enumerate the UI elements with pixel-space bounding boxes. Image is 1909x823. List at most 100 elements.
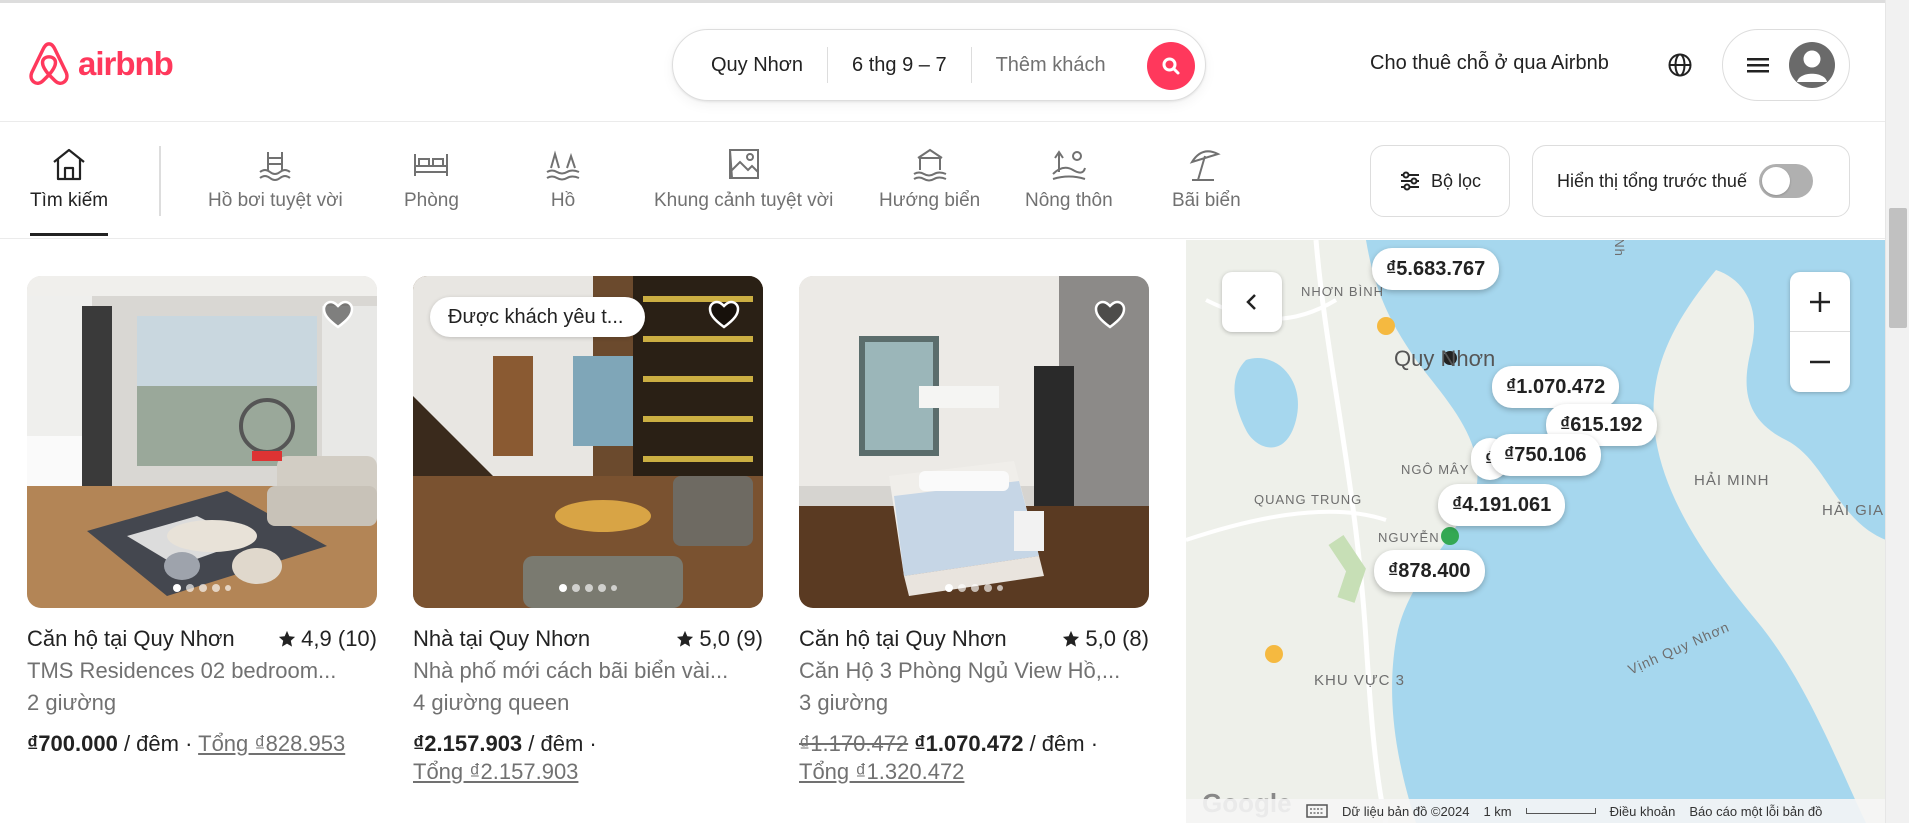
menu-icon: [1747, 58, 1769, 73]
category-bar: Tìm kiếm Hồ bơi tuyệt vời Phòng Hồ Khung…: [0, 122, 1885, 239]
search-button[interactable]: [1147, 42, 1195, 90]
active-category-indicator: [30, 233, 108, 236]
category-beachfront[interactable]: Hướng biển: [879, 144, 980, 212]
nightly-price: ₫700.000: [27, 731, 118, 756]
category-pools[interactable]: Hồ bơi tuyệt vời: [208, 144, 343, 212]
globe-icon[interactable]: [1666, 51, 1694, 79]
airbnb-logo[interactable]: airbnb: [26, 39, 174, 89]
airbnb-logo-icon: [29, 42, 69, 85]
host-link[interactable]: Cho thuê chỗ ở qua Airbnb: [1370, 52, 1609, 75]
listing-title: Nhà tại Quy Nhơn: [413, 626, 591, 651]
map-area-label: QUANG TRUNG: [1254, 492, 1363, 507]
listing-price: ₫2.157.903 / đêm · Tổng ₫2.157.903: [413, 730, 763, 786]
zoom-out-button[interactable]: [1790, 332, 1850, 392]
per-night-label: / đêm ·: [522, 731, 597, 756]
scrollbar-thumb[interactable]: [1889, 208, 1907, 328]
map-terms-link[interactable]: Điều khoản: [1610, 804, 1676, 819]
map-area-label: NGUYỄN: [1378, 530, 1440, 545]
pool-icon: [259, 152, 291, 181]
favorite-heart-icon[interactable]: [321, 298, 355, 332]
avatar: [1789, 42, 1835, 88]
photo-carousel-dots: [945, 584, 1003, 592]
map-terrain: [1186, 240, 1886, 823]
rating-value: 5,0 (8): [1085, 626, 1149, 651]
nightly-price: ₫2.157.903: [413, 731, 523, 756]
keyboard-icon[interactable]: [1306, 804, 1328, 818]
listing-card[interactable]: Được khách yêu t... Nhà tại Quy Nhơn 5,0…: [413, 276, 763, 786]
filter-sliders-icon: [1400, 171, 1419, 191]
rating-value: 5,0 (9): [699, 626, 763, 651]
search-bar[interactable]: Quy Nhơn 6 thg 9 – 7 Thêm khách: [672, 29, 1206, 101]
category-beach[interactable]: Bãi biển: [1172, 144, 1241, 212]
map[interactable]: NHƠN BÌNH NGÔ MÂY QUANG TRUNG NGUYỄN HẢI…: [1186, 240, 1886, 823]
listing-rating: 5,0 (9): [676, 626, 763, 652]
tax-display-toggle-box[interactable]: Hiển thị tổng trước thuế: [1532, 145, 1850, 217]
brand-name: airbnb: [78, 45, 174, 82]
star-icon: [1063, 630, 1080, 647]
user-menu-button[interactable]: [1722, 29, 1850, 101]
filters-button[interactable]: Bộ lọc: [1370, 145, 1510, 217]
category-label: Hướng biển: [879, 190, 981, 211]
category-label: Tìm kiếm: [30, 190, 109, 211]
category-amazing-views[interactable]: Khung cảnh tuyệt vời: [654, 144, 833, 212]
category-label: Nông thôn: [1025, 190, 1113, 211]
lake-icon: [546, 150, 580, 181]
tax-toggle-switch[interactable]: [1758, 164, 1813, 198]
category-label: Hồ bơi tuyệt vời: [208, 190, 343, 211]
map-scale-bar: [1525, 808, 1596, 814]
page-scrollbar[interactable]: [1885, 0, 1909, 823]
map-footer: Dữ liệu bản đồ ©2024 1 km Điều khoản Báo…: [1186, 799, 1886, 823]
listing-card[interactable]: Căn hộ tại Quy Nhơn 5,0 (8) Căn Hộ 3 Phò…: [799, 276, 1149, 786]
rating-value: 4,9 (10): [301, 626, 377, 651]
map-price-pin[interactable]: ₫4.191.061: [1438, 484, 1566, 526]
star-icon: [279, 630, 296, 647]
listing-rating: 5,0 (8): [1062, 626, 1149, 652]
listing-photo[interactable]: Được khách yêu t...: [413, 276, 763, 608]
map-area-label: KHU VỰC 3: [1314, 672, 1405, 689]
category-lakes[interactable]: Hồ: [543, 144, 583, 212]
listing-beds: 2 giường: [27, 690, 117, 715]
listing-photo[interactable]: [799, 276, 1149, 608]
header: airbnb Quy Nhơn 6 thg 9 – 7 Thêm khách C…: [0, 0, 1885, 122]
map-price-pin[interactable]: ₫5.683.767: [1372, 248, 1500, 290]
total-price-link[interactable]: Tổng ₫828.953: [198, 731, 345, 756]
map-scale[interactable]: 1 km: [1483, 804, 1511, 819]
listing-photo[interactable]: [27, 276, 377, 608]
search-location[interactable]: Quy Nhơn: [673, 48, 827, 82]
map-price-pin[interactable]: ₫1.070.472: [1492, 366, 1620, 408]
favorite-heart-icon[interactable]: [1093, 298, 1127, 332]
photo-carousel-dots: [173, 584, 231, 592]
map-city-label: Quy Nhơn: [1394, 346, 1496, 371]
category-label: Phòng: [404, 190, 459, 211]
map-price-pin[interactable]: ₫878.400: [1374, 550, 1485, 592]
map-area-label: Nh: [1611, 240, 1627, 257]
category-divider: [159, 146, 161, 216]
map-price-pin[interactable]: ₫750.106: [1490, 434, 1601, 476]
map-zoom-controls: [1790, 272, 1850, 392]
map-collapse-button[interactable]: [1222, 272, 1282, 332]
star-icon: [677, 630, 694, 647]
listing-title: Căn hộ tại Quy Nhơn: [27, 626, 235, 651]
total-price-link[interactable]: Tổng ₫1.320.472: [799, 759, 964, 784]
listing-subtitle: Căn Hộ 3 Phòng Ngủ View Hồ,...: [799, 658, 1121, 683]
map-report-link[interactable]: Báo cáo một lỗi bản đồ: [1689, 804, 1822, 819]
search-dates[interactable]: 6 thg 9 – 7: [828, 48, 971, 82]
map-area-label: NHƠN BÌNH: [1301, 284, 1384, 299]
listing-price: ₫1.170.472 ₫1.070.472 / đêm · Tổng ₫1.320…: [799, 730, 1149, 786]
home-icon: [53, 148, 85, 181]
beachfront-icon: [913, 148, 947, 182]
listing-card[interactable]: Căn hộ tại Quy Nhơn 4,9 (10) TMS Residen…: [27, 276, 377, 758]
original-price: ₫1.170.472: [799, 731, 909, 756]
zoom-in-button[interactable]: [1790, 272, 1850, 332]
listing-title: Căn hộ tại Quy Nhơn: [799, 626, 1007, 651]
map-area-label: NGÔ MÂY: [1401, 462, 1470, 477]
nightly-price: ₫1.070.472: [914, 731, 1024, 756]
view-icon: [728, 149, 759, 179]
category-countryside[interactable]: Nông thôn: [1025, 144, 1113, 212]
beach-umbrella-icon: [1190, 150, 1222, 181]
category-rooms[interactable]: Phòng: [404, 144, 459, 212]
favorite-heart-icon[interactable]: [707, 298, 741, 332]
total-price-link[interactable]: Tổng ₫2.157.903: [413, 759, 578, 784]
search-guests[interactable]: Thêm khách: [972, 48, 1130, 82]
category-search[interactable]: Tìm kiếm: [30, 144, 108, 212]
